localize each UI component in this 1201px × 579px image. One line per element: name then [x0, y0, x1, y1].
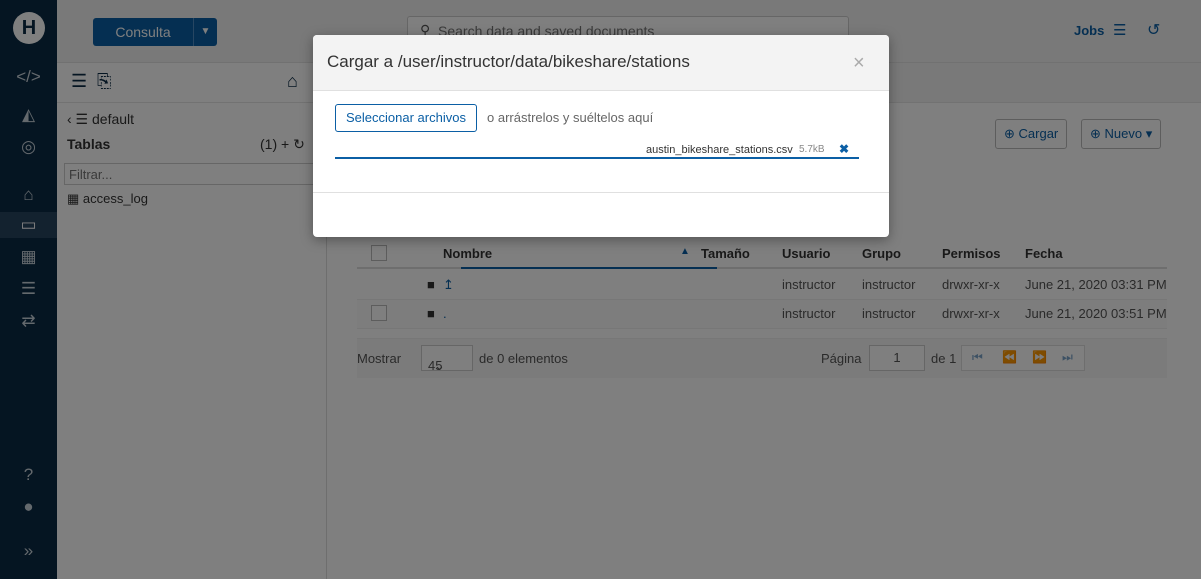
- select-files-button[interactable]: Seleccionar archivos: [335, 104, 477, 132]
- upload-modal: Cargar a /user/instructor/data/bikeshare…: [313, 35, 889, 237]
- modal-header: Cargar a /user/instructor/data/bikeshare…: [313, 35, 889, 91]
- close-icon[interactable]: ×: [853, 53, 865, 73]
- drop-hint: o arrástrelos y suéltelos aquí: [487, 110, 654, 125]
- upload-progress-bar: [335, 157, 859, 159]
- remove-file-icon[interactable]: ✖: [839, 142, 849, 156]
- modal-title: Cargar a /user/instructor/data/bikeshare…: [327, 52, 690, 71]
- file-size: 5.7kB: [799, 144, 825, 155]
- modal-footer-divider: [313, 192, 889, 193]
- file-name: austin_bikeshare_stations.csv: [646, 144, 793, 156]
